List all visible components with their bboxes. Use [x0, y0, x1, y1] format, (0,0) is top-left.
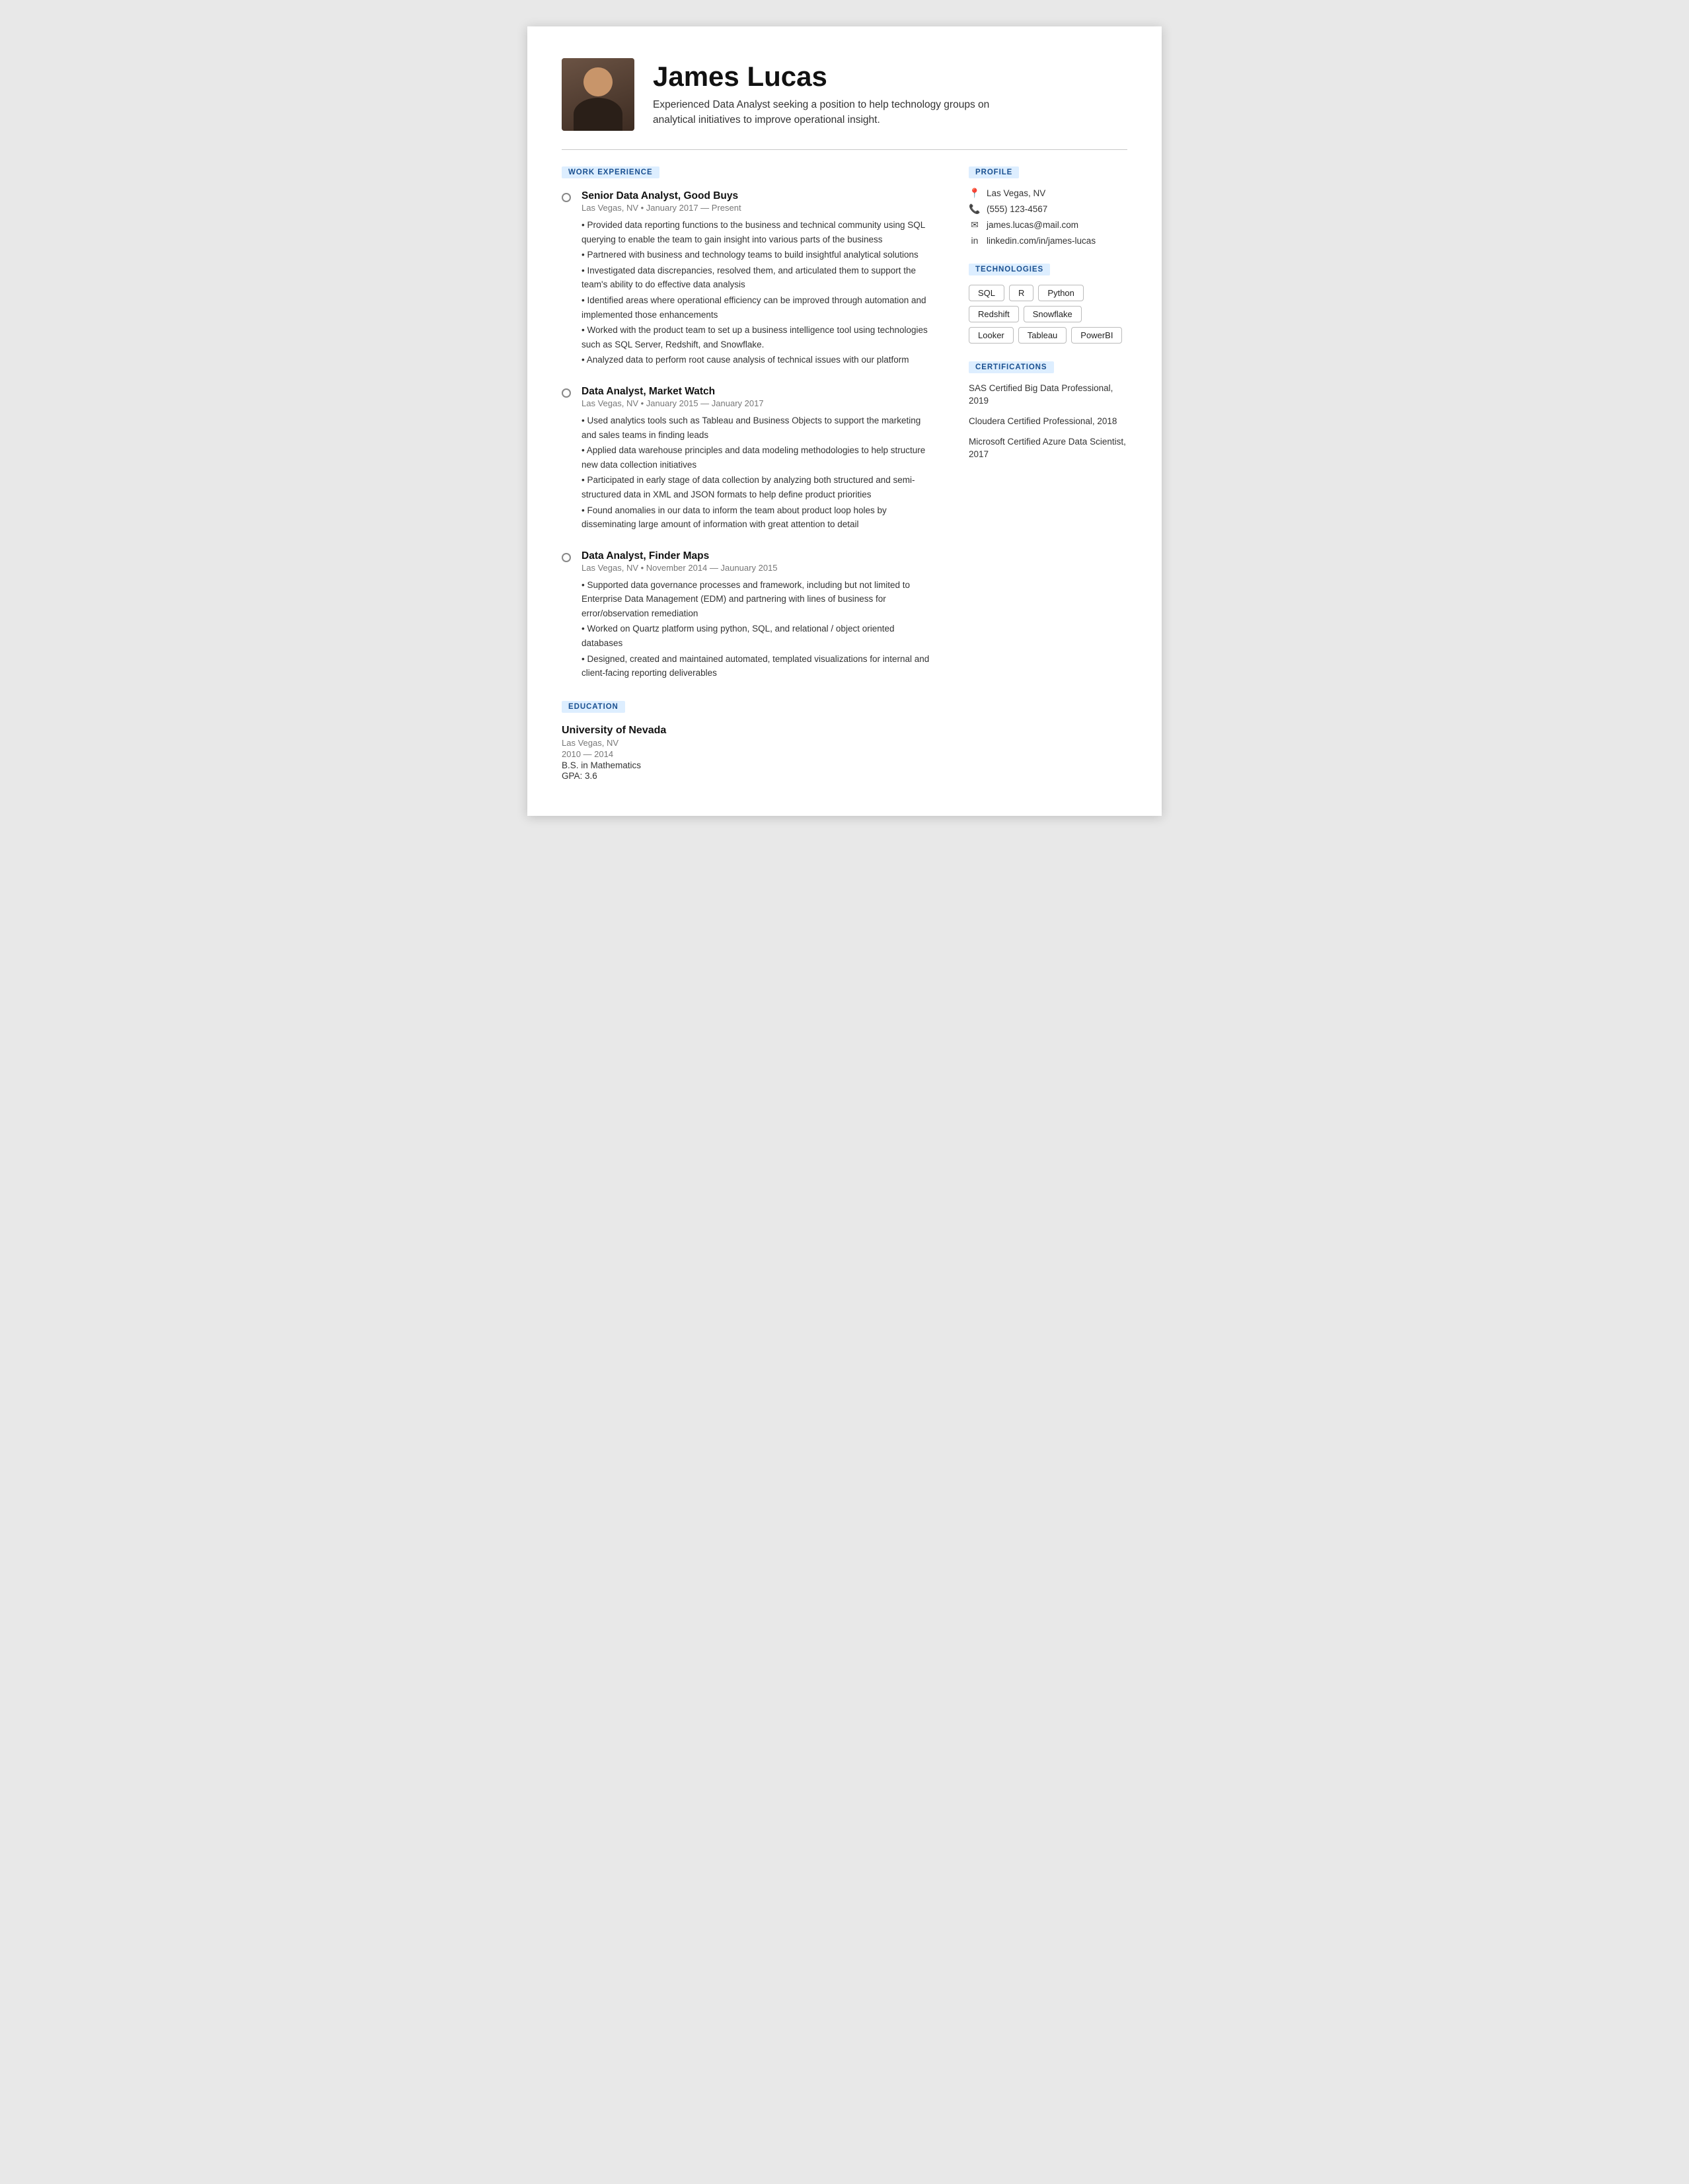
email-icon: ✉	[969, 219, 981, 231]
tech-tag: Snowflake	[1024, 306, 1082, 322]
resume-container: James Lucas Experienced Data Analyst see…	[527, 26, 1162, 816]
job-entry-3: Data Analyst, Finder Maps Las Vegas, NV …	[562, 550, 937, 682]
job-title-2: Data Analyst, Market Watch	[582, 386, 937, 398]
school-gpa: GPA: 3.6	[562, 771, 937, 781]
tech-tag: Python	[1038, 285, 1083, 301]
job-content-1: Senior Data Analyst, Good Buys Las Vegas…	[582, 190, 937, 369]
tech-grid: SQL R Python Redshift Snowflake LookerTableau…	[969, 285, 1127, 344]
profile-section: PROFILE 📍 Las Vegas, NV 📞 (555) 123-4567…	[969, 166, 1127, 246]
job-content-2: Data Analyst, Market Watch Las Vegas, NV…	[582, 386, 937, 533]
profile-linkedin: in linkedin.com/in/james-lucas	[969, 235, 1127, 246]
certifications-section: CERTIFICATIONS SAS Certified Big Data Pr…	[969, 361, 1127, 460]
technologies-section: TECHNOLOGIES SQL R Python Redshift Snowflake…	[969, 263, 1127, 344]
school-location: Las Vegas, NV	[562, 738, 937, 748]
avatar	[562, 58, 634, 131]
tech-tag: R	[1009, 285, 1033, 301]
job-bullets-1: • Provided data reporting functions to t…	[582, 218, 937, 367]
school-name: University of Nevada	[562, 725, 937, 737]
body-layout: WORK EXPERIENCE Senior Data Analyst, Goo…	[562, 166, 1127, 782]
tech-tag: Redshift	[969, 306, 1019, 322]
education-section: EDUCATION University of Nevada Las Vegas…	[562, 700, 937, 781]
side-column: PROFILE 📍 Las Vegas, NV 📞 (555) 123-4567…	[969, 166, 1127, 782]
work-experience-label: WORK EXPERIENCE	[562, 166, 659, 178]
tech-tag: PowerBI	[1071, 327, 1122, 344]
job-title-1: Senior Data Analyst, Good Buys	[582, 190, 937, 202]
header-divider	[562, 149, 1127, 150]
job-circle-1	[562, 193, 571, 202]
job-content-3: Data Analyst, Finder Maps Las Vegas, NV …	[582, 550, 937, 682]
candidate-tagline: Experienced Data Analyst seeking a posit…	[653, 97, 1023, 128]
header: James Lucas Experienced Data Analyst see…	[562, 58, 1127, 131]
job-meta-2: Las Vegas, NV • January 2015 — January 2…	[582, 398, 937, 408]
work-experience-section: WORK EXPERIENCE Senior Data Analyst, Goo…	[562, 166, 937, 682]
technologies-label: TECHNOLOGIES	[969, 264, 1050, 275]
tech-tag: Tableau	[1018, 327, 1067, 344]
education-label: EDUCATION	[562, 701, 625, 713]
cert-item: SAS Certified Big Data Professional, 201…	[969, 382, 1127, 408]
school-degree: B.S. in Mathematics	[562, 760, 937, 770]
certifications-label: CERTIFICATIONS	[969, 361, 1054, 373]
profile-email: ✉ james.lucas@mail.com	[969, 219, 1127, 231]
profile-phone: 📞 (555) 123-4567	[969, 203, 1127, 215]
job-bullets-2: • Used analytics tools such as Tableau a…	[582, 414, 937, 532]
cert-item: Cloudera Certified Professional, 2018	[969, 416, 1127, 428]
school-years: 2010 — 2014	[562, 749, 937, 759]
job-circle-3	[562, 553, 571, 562]
job-entry-2: Data Analyst, Market Watch Las Vegas, NV…	[562, 386, 937, 533]
job-meta-1: Las Vegas, NV • January 2017 — Present	[582, 203, 937, 213]
cert-item: Microsoft Certified Azure Data Scientist…	[969, 436, 1127, 461]
profile-label: PROFILE	[969, 166, 1019, 178]
job-entry-1: Senior Data Analyst, Good Buys Las Vegas…	[562, 190, 937, 369]
phone-icon: 📞	[969, 203, 981, 215]
tech-tag: Looker	[969, 327, 1014, 344]
job-title-3: Data Analyst, Finder Maps	[582, 550, 937, 562]
location-icon: 📍	[969, 188, 981, 199]
certifications-list: SAS Certified Big Data Professional, 201…	[969, 382, 1127, 460]
linkedin-icon: in	[969, 235, 981, 246]
tech-tag: SQL	[969, 285, 1004, 301]
candidate-name: James Lucas	[653, 61, 1127, 92]
profile-location: 📍 Las Vegas, NV	[969, 188, 1127, 199]
header-text: James Lucas Experienced Data Analyst see…	[653, 61, 1127, 128]
job-meta-3: Las Vegas, NV • November 2014 — Jaunuary…	[582, 563, 937, 573]
job-circle-2	[562, 388, 571, 398]
job-bullets-3: • Supported data governance processes an…	[582, 578, 937, 680]
main-column: WORK EXPERIENCE Senior Data Analyst, Goo…	[562, 166, 937, 782]
